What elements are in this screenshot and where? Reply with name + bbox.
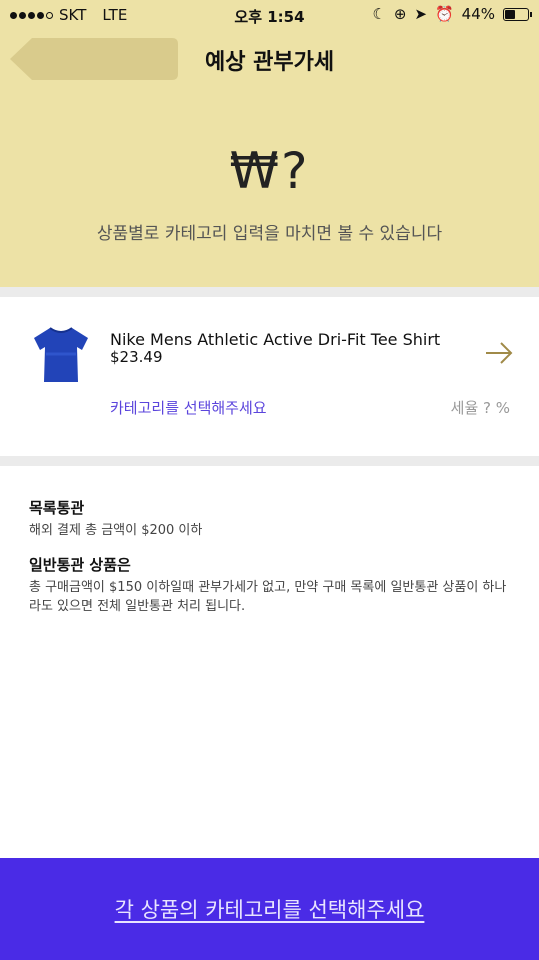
list-clearance-title: 목록통관 (29, 499, 85, 517)
product-thumbnail (34, 327, 88, 382)
battery-icon (503, 7, 532, 21)
select-categories-button[interactable]: 각 상품의 카테고리를 선택해주세요 (0, 858, 539, 960)
product-item[interactable]: Nike Mens Athletic Active Dri-Fit Tee Sh… (0, 298, 539, 456)
arrow-right-icon[interactable] (485, 342, 513, 364)
status-bar: SKT LTE 오후 1:54 ☾ ⊕ ➤ ⏰ 44% (0, 0, 539, 30)
general-clearance-section: 일반통관 상품은 총 구매금액이 $150 이하일때 관부가세가 없고, 만약 … (29, 554, 514, 616)
back-arrow-icon (10, 38, 178, 80)
list-clearance-section: 목록통관 해외 결제 총 금액이 $200 이하 (29, 497, 514, 540)
location-icon: ➤ (414, 5, 427, 23)
general-clearance-title: 일반통관 상품은 (29, 556, 131, 574)
list-clearance-text: 해외 결제 총 금액이 $200 이하 (29, 523, 203, 538)
battery-percent: 44% (461, 5, 495, 23)
select-category-link[interactable]: 카테고리를 선택해주세요 (110, 397, 267, 418)
product-price: $23.49 (110, 348, 163, 366)
estimated-tax-amount: ₩? (229, 142, 310, 200)
alarm-icon: ⏰ (434, 5, 454, 23)
back-button[interactable] (10, 38, 180, 80)
general-clearance-text: 총 구매금액이 $150 이하일때 관부가세가 없고, 만약 구매 목록에 일반… (29, 580, 507, 614)
rotation-lock-icon: ⊕ (393, 5, 407, 23)
tax-rate: 세율 ? % (450, 399, 510, 417)
section-divider (0, 287, 539, 297)
product-name: Nike Mens Athletic Active Dri-Fit Tee Sh… (110, 330, 441, 349)
page-title: 예상 관부가세 (205, 50, 335, 75)
section-divider (0, 456, 539, 466)
tax-subtitle: 상품별로 카테고리 입력을 마치면 볼 수 있습니다 (96, 224, 443, 244)
moon-icon: ☾ (372, 5, 386, 23)
select-categories-label: 각 상품의 카테고리를 선택해주세요 (114, 898, 425, 922)
